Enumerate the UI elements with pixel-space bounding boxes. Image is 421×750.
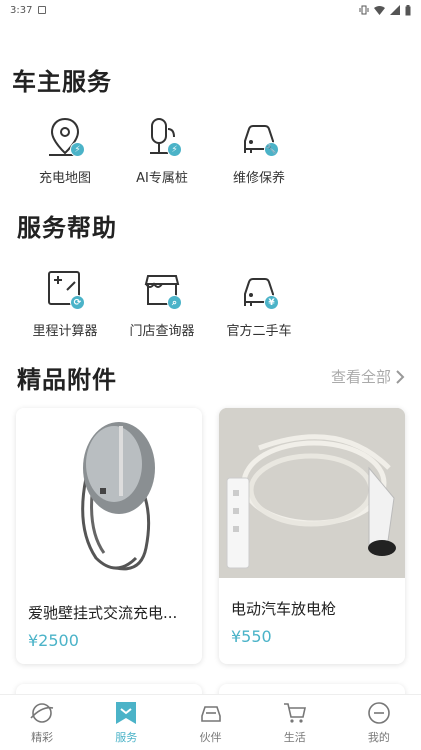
service-maintenance[interactable]: 🔧 维修保养 [209, 115, 309, 186]
nav-label: 精彩 [31, 731, 54, 744]
nav-tab-featured[interactable]: 精彩 [0, 695, 84, 750]
nav-tab-partner[interactable]: 伙伴 [168, 695, 252, 750]
status-time: 3:37 [10, 4, 33, 16]
profile-icon [368, 702, 390, 724]
view-all-link[interactable]: 查看全部 [331, 366, 405, 387]
product-image-wallbox [16, 408, 202, 588]
product-card-wallbox[interactable]: 爱驰壁挂式交流充电... ¥2500 [16, 408, 202, 664]
service-label: 里程计算器 [32, 324, 98, 339]
planet-icon [30, 703, 54, 723]
car-wrench-icon: 🔧 [237, 115, 281, 159]
nav-label: 我的 [367, 731, 390, 744]
bottom-nav: 精彩 服务 伙伴 生活 我的 [0, 694, 421, 750]
product-card-discharge-gun[interactable]: 电动汽车放电枪 ¥550 [219, 408, 405, 664]
service-label: 门店查询器 [129, 324, 195, 339]
service-label: 充电地图 [38, 171, 91, 186]
store-search-icon: ⌕ [140, 268, 184, 312]
service-charging-map[interactable]: ⚡ 充电地图 [15, 115, 115, 186]
service-label: 官方二手车 [226, 324, 292, 339]
notification-icon [38, 6, 47, 14]
product-image-discharge-gun [219, 408, 405, 578]
accessories-title: 精品附件 [17, 366, 117, 394]
charging-pile-icon: ⚡ [140, 115, 184, 159]
service-label: AI专属桩 [136, 171, 188, 186]
product-name: 电动汽车放电枪 [231, 600, 337, 618]
service-store-finder[interactable]: ⌕ 门店查询器 [112, 268, 212, 339]
nav-label: 服务 [115, 731, 138, 744]
view-all-label: 查看全部 [330, 368, 391, 386]
service-mileage-calculator[interactable]: ⟳ 里程计算器 [15, 268, 115, 339]
owner-services-title: 车主服务 [12, 68, 112, 96]
wifi-icon [374, 6, 385, 15]
nav-label: 生活 [283, 731, 306, 744]
nav-label: 伙伴 [199, 731, 222, 744]
battery-icon [405, 4, 411, 15]
used-car-icon: ¥ [237, 268, 281, 312]
signal-icon [390, 5, 400, 15]
service-used-car[interactable]: ¥ 官方二手车 [209, 268, 309, 339]
vibrate-icon [359, 5, 369, 15]
nav-tab-mine[interactable]: 我的 [337, 695, 421, 750]
status-bar: 3:37 [0, 0, 421, 20]
calculator-icon: ⟳ [43, 268, 87, 312]
product-price: ¥550 [231, 627, 272, 646]
nav-tab-life[interactable]: 生活 [253, 695, 337, 750]
bookmark-icon [116, 702, 137, 724]
chevron-right-icon [396, 369, 405, 384]
product-price: ¥2500 [28, 631, 79, 650]
nav-tab-service[interactable]: 服务 [84, 695, 168, 750]
service-help-title: 服务帮助 [17, 214, 117, 242]
map-pin-charge-icon: ⚡ [43, 115, 87, 159]
car-front-icon [200, 706, 221, 722]
cart-icon [283, 703, 306, 723]
product-name: 爱驰壁挂式交流充电... [28, 604, 178, 622]
service-ai-charging-pile[interactable]: ⚡ AI专属桩 [112, 115, 212, 186]
service-label: 维修保养 [232, 171, 285, 186]
